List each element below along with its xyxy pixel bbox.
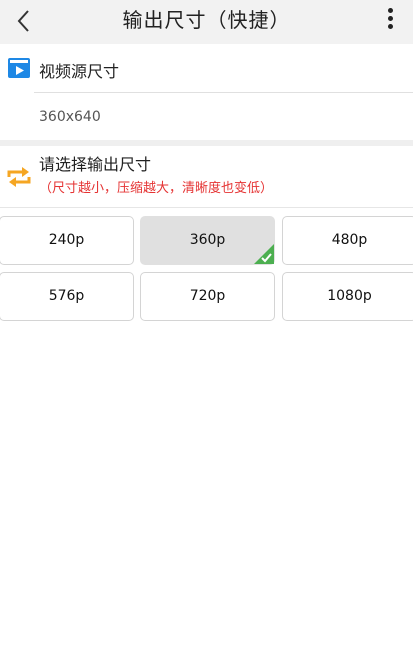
top-bar: 输出尺寸（快捷） (0, 0, 413, 44)
selected-check-icon (254, 244, 274, 264)
size-option-label: 720p (189, 288, 226, 304)
size-option-label: 240p (48, 232, 85, 248)
more-options-button[interactable] (385, 8, 395, 34)
size-option-1080p[interactable]: 1080p (282, 272, 413, 321)
size-option-576p[interactable]: 576p (0, 272, 134, 321)
video-play-icon (8, 58, 30, 78)
section-separator (0, 140, 413, 146)
size-option-label: 1080p (327, 288, 372, 304)
more-vertical-icon (387, 8, 393, 13)
output-size-label: 请选择输出尺寸 (39, 155, 152, 174)
size-option-label: 480p (331, 232, 368, 248)
size-option-720p[interactable]: 720p (140, 272, 275, 321)
source-size-row: 视频源尺寸 (0, 50, 413, 90)
size-option-360p[interactable]: 360p (140, 216, 275, 265)
size-option-480p[interactable]: 480p (282, 216, 413, 265)
divider (34, 92, 413, 93)
size-option-240p[interactable]: 240p (0, 216, 134, 265)
more-dot (387, 24, 393, 29)
source-size-value: 360x640 (39, 109, 101, 125)
output-size-hint: （尺寸越小，压缩越大，清晰度也变低） (39, 181, 274, 196)
size-option-label: 360p (189, 232, 226, 248)
divider (0, 207, 413, 208)
source-size-label: 视频源尺寸 (39, 62, 120, 81)
more-dot (387, 16, 393, 21)
size-option-label: 576p (48, 288, 85, 304)
convert-icon (7, 167, 31, 187)
page-title: 输出尺寸（快捷） (122, 8, 291, 32)
